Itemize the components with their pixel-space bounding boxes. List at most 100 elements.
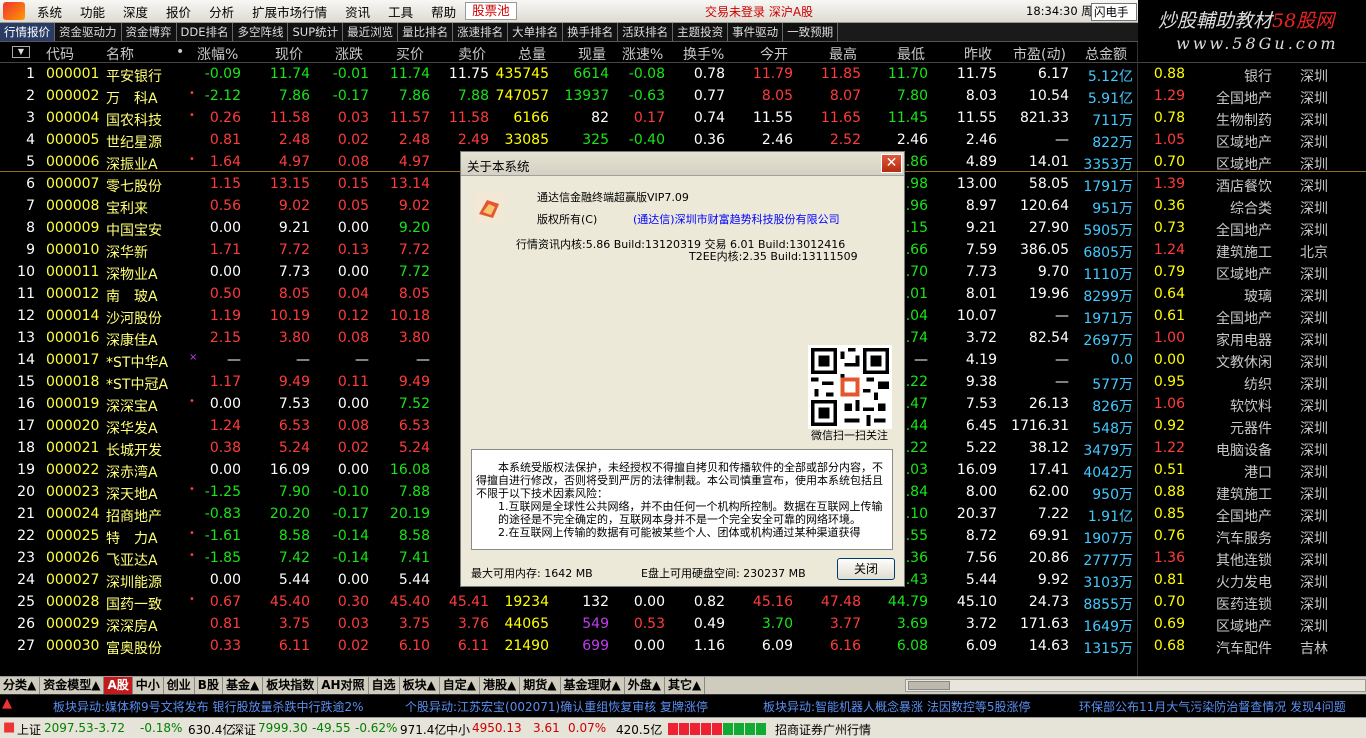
market-tab-11[interactable]: 自定▲ [440,677,481,694]
sz-index-name[interactable]: 深证 [232,721,256,738]
market-tab-13[interactable]: 期货▲ [520,677,561,694]
tab-3[interactable]: DDE排名 [176,23,234,41]
tab-0[interactable]: 行情报价 [0,23,55,41]
ticker-item[interactable]: 环保部公布11月大气污染防治督查情况 发现4问题 [1079,698,1346,715]
sh-index-name[interactable]: 上证 [17,721,41,738]
mark-column-header[interactable]: • [176,44,184,60]
market-tab-2[interactable]: A股 [104,677,133,694]
tab-9[interactable]: 大单排名 [508,23,564,41]
column-header-12[interactable]: 最高 [829,44,857,64]
column-header-0[interactable]: 代码 [46,44,74,64]
column-header-2[interactable]: 涨幅% [197,44,238,64]
market-tab-9[interactable]: 自选 [369,677,400,694]
market-tab-15[interactable]: 外盘▲ [625,677,665,694]
legal-notice[interactable]: 本系统受版权法保护，未经授权不得擅自拷贝和传播软件的全部或部分内容，不得擅自进行… [471,449,893,550]
row-mark: × [189,352,198,363]
menu-tools[interactable]: 工具 [379,2,422,21]
close-icon[interactable]: ✕ [881,154,902,173]
column-header-8[interactable]: 现量 [578,44,606,64]
sort-toggle-icon[interactable]: ▼ [12,46,30,58]
column-header-1[interactable]: 名称 [106,44,134,64]
column-header-5[interactable]: 买价 [396,44,424,64]
breadth-bar [690,723,700,735]
cell-amt: 8299万 [1083,289,1133,305]
cell-low: .43 [905,572,928,588]
zx-index-value: 4950.13 [472,721,522,735]
tab-right-1[interactable]: 事件驱动 [728,23,784,41]
menu-analysis[interactable]: 分析 [200,2,243,21]
column-header-4[interactable]: 涨跌 [335,44,363,64]
horizontal-scrollbar[interactable] [905,679,1366,692]
ticker-item[interactable]: 个股异动:江苏宏宝(002071)确认重组恢复审核 复牌涨停 [405,698,708,715]
menu-news[interactable]: 资讯 [336,2,379,21]
market-tab-16[interactable]: 其它▲ [665,677,706,694]
zx-index-amount: 420.5亿 [616,723,663,737]
cell-f: 1.36 [1153,550,1185,566]
ticker-item[interactable]: 板块异动:媒体称9号文将发布 银行股放量杀跌中行跌逾2% [53,698,364,715]
market-tab-8[interactable]: AH对照 [318,677,369,694]
column-header-6[interactable]: 卖价 [458,44,486,64]
market-tab-4[interactable]: 创业 [164,677,195,694]
cell-pe: 120.64 [1020,198,1069,214]
table-row[interactable]: 1 000001 平安银行 -0.09 11.74 -0.01 11.74 11.75 4357… [0,64,1366,86]
market-tab-6[interactable]: 基金▲ [223,677,264,694]
tab-6[interactable]: 最近浏览 [343,23,399,41]
cell-low: .84 [905,484,928,500]
tab-right-0[interactable]: 主题投资 [673,23,729,41]
market-tab-14[interactable]: 基金理财▲ [561,677,625,694]
tab-5[interactable]: SUP统计 [288,23,344,41]
row-number: 3 [26,110,35,126]
stock-pool-button[interactable]: 股票池 [465,2,517,20]
tab-8[interactable]: 涨速排名 [453,23,509,41]
table-row[interactable]: 25 • 000028 国药一致 0.67 45.40 0.30 45.40 45.41 1923… [0,592,1366,614]
column-header-7[interactable]: 总量 [518,44,546,64]
tab-11[interactable]: 活跃排名 [618,23,674,41]
column-header-14[interactable]: 昨收 [964,44,992,64]
table-row[interactable]: 3 • 000004 国农科技 0.26 11.58 0.03 11.57 11.58 6166 8… [0,108,1366,130]
company-link[interactable]: (通达信)深圳市财富趋势科技股份有限公司 [633,211,840,227]
tab-2[interactable]: 资金博弈 [121,23,177,41]
table-row[interactable]: 2 • 000002 万 科A -2.12 7.86 -0.17 7.86 7.88 747057… [0,86,1366,108]
cell-reg: 深圳 [1300,421,1328,437]
cell-low: 44.79 [887,594,928,610]
column-header-13[interactable]: 最低 [897,44,925,64]
market-tab-7[interactable]: 板块指数 [263,677,319,694]
market-tab-12[interactable]: 港股▲ [480,677,521,694]
close-button[interactable]: 关闭 [837,558,895,580]
scroll-thumb[interactable] [908,681,950,690]
tab-10[interactable]: 换手排名 [563,23,619,41]
menu-help[interactable]: 帮助 [422,2,465,21]
zx-index-name[interactable]: 中小 [446,721,470,738]
alarm-input[interactable]: 闪电手 [1091,3,1137,21]
column-header-16[interactable]: 总金额 [1085,44,1127,64]
menu-extended-market[interactable]: 扩展市场行情 [243,2,336,21]
column-header-9[interactable]: 涨速% [622,44,663,64]
trade-status[interactable]: 交易未登录 深沪A股 [705,3,813,20]
tab-4[interactable]: 多空阵线 [233,23,289,41]
menu-quote[interactable]: 报价 [157,2,200,21]
market-tab-10[interactable]: 板块▲ [400,677,440,694]
column-header-3[interactable]: 现价 [275,44,303,64]
cell-prev: 7.73 [965,264,997,280]
column-header-11[interactable]: 今开 [760,44,788,64]
market-tab-3[interactable]: 中小 [133,677,164,694]
tab-right-2[interactable]: 一致预期 [783,23,839,41]
cell-pe: 17.41 [1028,462,1069,478]
market-tab-1[interactable]: 资金模型▲ [40,677,105,694]
cell-turn: 1.16 [693,638,725,654]
market-tab-0[interactable]: 分类▲ [0,677,41,694]
menu-system[interactable]: 系统 [28,2,71,21]
menu-depth[interactable]: 深度 [114,2,157,21]
table-row[interactable]: 26 000029 深深房A 0.81 3.75 0.03 3.75 3.76 44065 549… [0,614,1366,636]
ticker-item[interactable]: 板块异动:智能机器人概念暴涨 法因数控等5股涨停 [763,698,1031,715]
column-header-10[interactable]: 换手% [683,44,724,64]
table-row[interactable]: 27 000030 富奥股份 0.33 6.11 0.02 6.10 6.11 21490 699… [0,636,1366,658]
menu-function[interactable]: 功能 [71,2,114,21]
table-row[interactable]: 4 000005 世纪星源 0.81 2.48 0.02 2.48 2.49 33085 325 -… [0,130,1366,152]
column-header-15[interactable]: 市盈(动) [1013,44,1066,64]
market-tab-5[interactable]: B股 [195,677,223,694]
cell-reg: 深圳 [1300,333,1328,349]
tab-7[interactable]: 量比排名 [398,23,454,41]
cell-pe: 69.91 [1028,528,1069,544]
tab-1[interactable]: 资金驱动力 [55,23,122,41]
